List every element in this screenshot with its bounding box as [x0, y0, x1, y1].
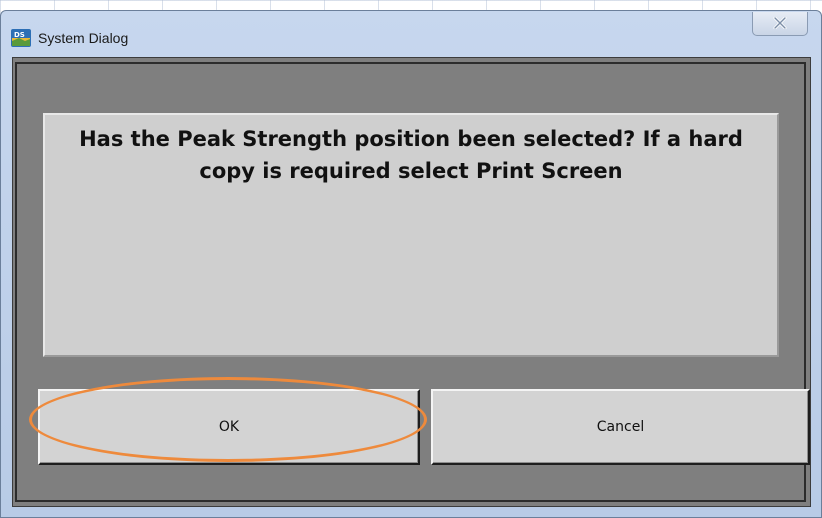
svg-text:DS: DS	[14, 31, 25, 39]
window-title: System Dialog	[38, 30, 129, 46]
ds-app-icon: DS	[11, 29, 31, 47]
message-panel: Has the Peak Strength position been sele…	[43, 113, 779, 357]
title-bar[interactable]: DS System Dialog	[1, 11, 821, 57]
ok-button[interactable]: OK	[38, 389, 420, 465]
close-button[interactable]	[752, 12, 808, 36]
ok-button-label: OK	[218, 419, 240, 435]
dialog-body: Has the Peak Strength position been sele…	[15, 62, 810, 502]
cancel-button-label: Cancel	[596, 419, 645, 435]
system-dialog-window: DS System Dialog Has the Peak Strength p…	[0, 10, 822, 518]
cancel-button[interactable]: Cancel	[431, 389, 810, 465]
dialog-message: Has the Peak Strength position been sele…	[79, 127, 743, 183]
dialog-client-area: Has the Peak Strength position been sele…	[12, 57, 811, 507]
close-x-icon	[773, 17, 787, 29]
